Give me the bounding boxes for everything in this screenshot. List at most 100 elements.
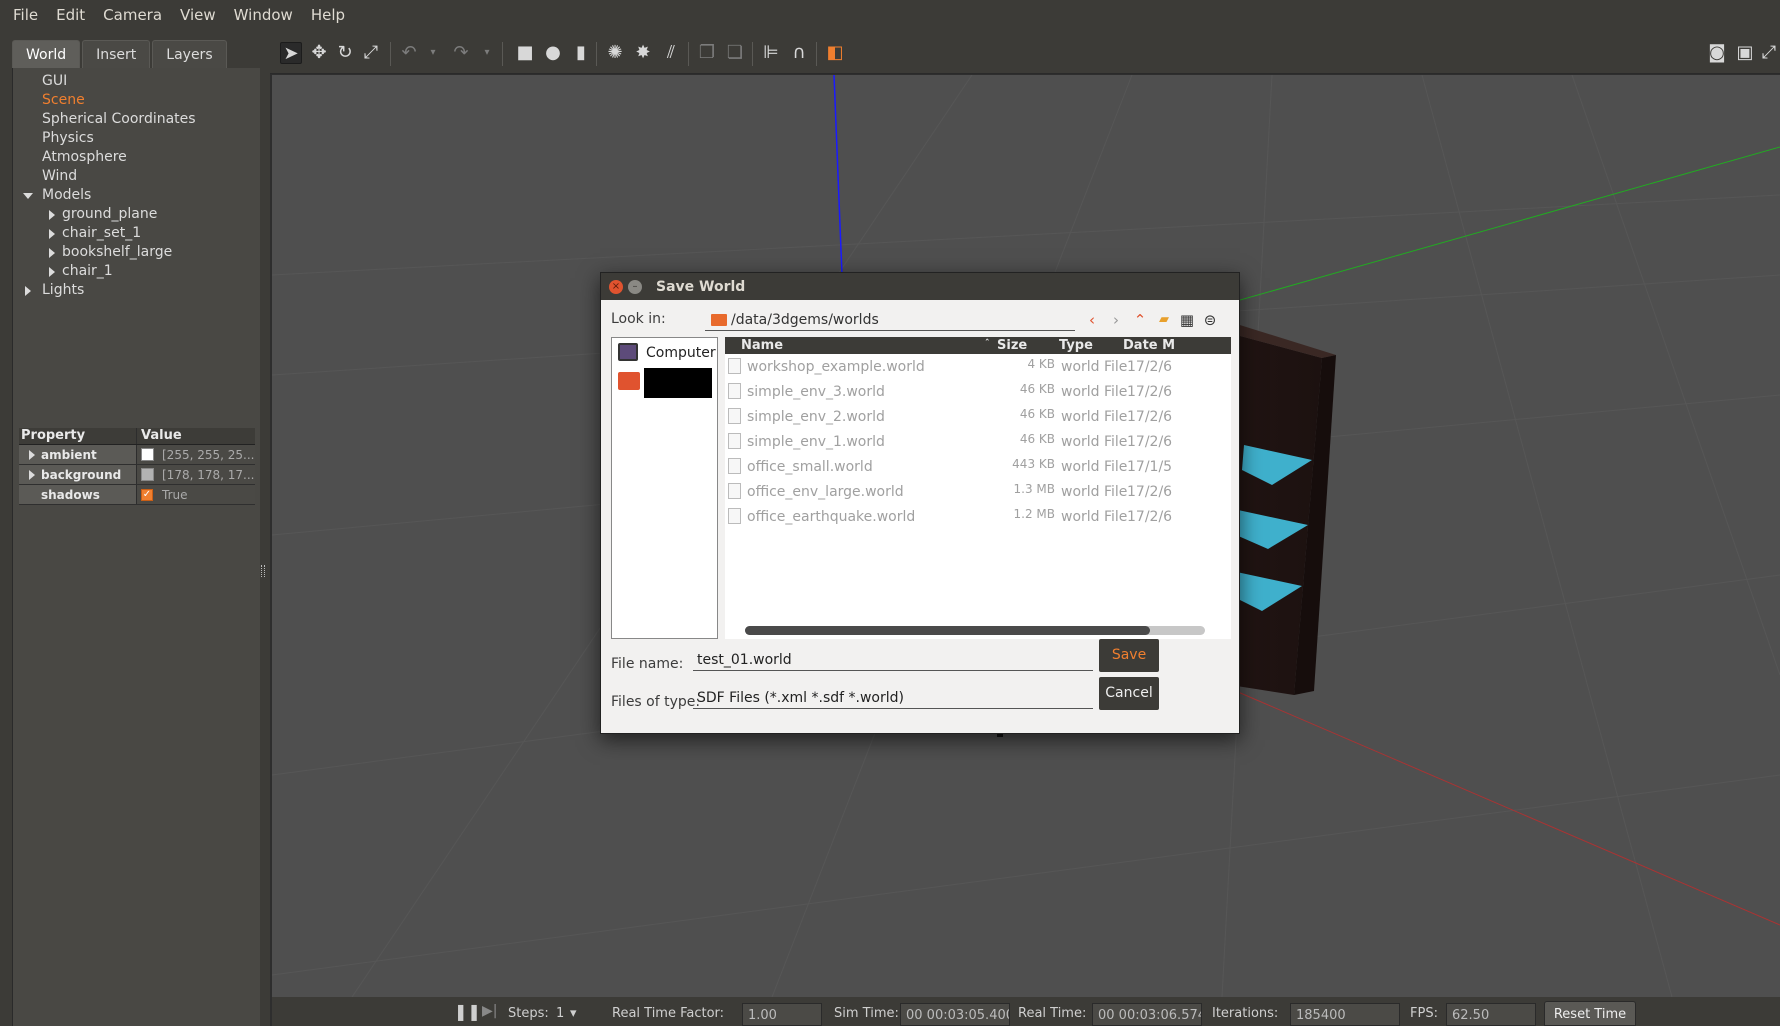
menu-view[interactable]: View [171, 6, 225, 24]
dialog-titlebar: × – Save World [601, 273, 1239, 300]
parent-dir-icon[interactable]: ⌃ [1131, 311, 1149, 329]
property-row-background[interactable]: background [178, 178, 17... [19, 465, 255, 485]
horizontal-scrollbar[interactable] [745, 626, 1205, 635]
undo-dropdown-icon[interactable]: ▾ [422, 42, 444, 64]
tree-item-spherical-coordinates[interactable]: Spherical Coordinates [13, 110, 261, 129]
file-name: office_small.world [747, 459, 873, 475]
reset-time-button[interactable]: Reset Time [1544, 1001, 1636, 1026]
tree-item-models[interactable]: Models [13, 186, 261, 205]
look-in-label: Look in: [611, 311, 666, 327]
tree-item-lights[interactable]: Lights [13, 281, 261, 300]
menu-help[interactable]: Help [302, 6, 354, 24]
menu-file[interactable]: File [4, 6, 47, 24]
tree-item-atmosphere[interactable]: Atmosphere [13, 148, 261, 167]
expand-icon[interactable]: ⤢ [1758, 42, 1780, 64]
file-row[interactable]: office_small.world 443 KB world File 17/1/5 [725, 454, 1231, 479]
menu-edit[interactable]: Edit [47, 6, 94, 24]
column-size[interactable]: Size [997, 338, 1027, 353]
redo-dropdown-icon[interactable]: ▾ [476, 42, 498, 64]
look-in-combo[interactable]: /data/3dgems/worlds [705, 310, 1075, 331]
align-icon[interactable]: ⊫ [760, 42, 782, 64]
rotate-icon[interactable]: ↻ [334, 42, 356, 64]
place-home[interactable] [614, 368, 714, 398]
screenshot-icon[interactable]: ◙ [1706, 42, 1728, 64]
scale-icon[interactable]: ⤢ [360, 42, 382, 64]
menu-camera[interactable]: Camera [94, 6, 171, 24]
file-row[interactable]: office_earthquake.world 1.2 MB world File 1… [725, 504, 1231, 529]
minimize-icon[interactable]: – [628, 279, 642, 294]
file-row[interactable]: simple_env_1.world 46 KB world File 17/2/6 [725, 429, 1231, 454]
translate-icon[interactable]: ✥ [308, 42, 330, 64]
column-type[interactable]: Type [1059, 338, 1093, 353]
file-name-input[interactable]: test_01.world [693, 649, 1093, 671]
scrollbar-thumb[interactable] [745, 626, 1150, 635]
cylinder-icon[interactable]: ▮ [570, 42, 592, 64]
file-type: world File [1061, 459, 1128, 475]
tree-item-ground-plane[interactable]: ground_plane [13, 205, 261, 224]
file-row[interactable]: office_env_large.world 1.3 MB world File 17… [725, 479, 1231, 504]
color-swatch[interactable] [141, 468, 154, 481]
view-angle-icon[interactable]: ◧ [824, 42, 846, 64]
copy-icon[interactable]: ❐ [696, 42, 718, 64]
cancel-button[interactable]: Cancel [1099, 677, 1159, 710]
place-computer[interactable]: Computer [614, 342, 716, 364]
panel-splitter[interactable] [261, 565, 265, 577]
column-name[interactable]: Name [741, 338, 783, 353]
redo-icon[interactable]: ↷ [450, 42, 472, 64]
shadows-checkbox[interactable]: ✓ [141, 488, 153, 501]
box-icon[interactable]: ■ [514, 42, 536, 64]
property-row-ambient[interactable]: ambient [255, 255, 25... [19, 445, 255, 465]
undo-icon[interactable]: ↶ [398, 42, 420, 64]
property-row-shadows[interactable]: shadows ✓ True [19, 485, 255, 505]
file-icon [728, 408, 741, 424]
expand-arrow-icon[interactable] [49, 210, 55, 220]
home-folder-icon [618, 372, 640, 390]
expand-arrow-icon[interactable] [25, 286, 31, 296]
tree-item-gui[interactable]: GUI [13, 72, 261, 91]
snap-icon[interactable]: ∩ [788, 42, 810, 64]
steps-dropdown-icon[interactable]: ▾ [570, 1006, 577, 1021]
file-type-select[interactable]: SDF Files (*.xml *.sdf *.world) [693, 687, 1093, 709]
log-icon[interactable]: ▣ [1734, 42, 1756, 64]
directional-light-icon[interactable]: ⫽ [660, 42, 682, 64]
select-icon[interactable]: ➤ [280, 42, 302, 64]
tree-item-bookshelf-large[interactable]: bookshelf_large [13, 243, 261, 262]
list-view-icon[interactable]: ▦ [1178, 311, 1196, 329]
places-sidebar: Computer [611, 337, 718, 639]
file-row[interactable]: workshop_example.world 4 KB world File 17/2… [725, 354, 1231, 379]
tab-layers[interactable]: Layers [152, 40, 227, 68]
forward-icon[interactable]: › [1107, 311, 1125, 329]
collapse-arrow-icon[interactable] [23, 193, 33, 199]
expand-arrow-icon[interactable] [49, 267, 55, 277]
expand-arrow-icon[interactable] [49, 248, 55, 258]
tree-item-chair-set-1[interactable]: chair_set_1 [13, 224, 261, 243]
file-date: 17/2/6 [1127, 484, 1173, 500]
detail-view-icon[interactable]: ⊜ [1201, 311, 1219, 329]
tree-item-chair-1[interactable]: chair_1 [13, 262, 261, 281]
tree-item-scene[interactable]: Scene [13, 91, 261, 110]
sphere-icon[interactable]: ● [542, 42, 564, 64]
tab-world[interactable]: World [12, 40, 81, 68]
file-date: 17/1/5 [1127, 459, 1173, 475]
step-icon[interactable]: ▶| [482, 1003, 497, 1019]
steps-value[interactable]: 1 [556, 1006, 564, 1021]
file-row[interactable]: simple_env_2.world 46 KB world File 17/2/6 [725, 404, 1231, 429]
column-date[interactable]: Date M [1123, 338, 1175, 353]
tab-insert[interactable]: Insert [82, 40, 151, 68]
file-row[interactable]: simple_env_3.world 46 KB world File 17/2/6 [725, 379, 1231, 404]
new-folder-icon[interactable]: ▰ [1155, 311, 1173, 329]
expand-arrow-icon[interactable] [29, 470, 35, 480]
point-light-icon[interactable]: ✺ [604, 42, 626, 64]
paste-icon[interactable]: ❏ [724, 42, 746, 64]
back-icon[interactable]: ‹ [1083, 311, 1101, 329]
pause-icon[interactable]: ❚❚ [454, 1002, 481, 1021]
expand-arrow-icon[interactable] [29, 450, 35, 460]
tree-item-wind[interactable]: Wind [13, 167, 261, 186]
tree-item-physics[interactable]: Physics [13, 129, 261, 148]
spot-light-icon[interactable]: ✸ [632, 42, 654, 64]
menu-window[interactable]: Window [225, 6, 302, 24]
expand-arrow-icon[interactable] [49, 229, 55, 239]
save-button[interactable]: Save [1099, 639, 1159, 672]
color-swatch[interactable] [141, 448, 154, 461]
close-icon[interactable]: × [609, 279, 623, 294]
